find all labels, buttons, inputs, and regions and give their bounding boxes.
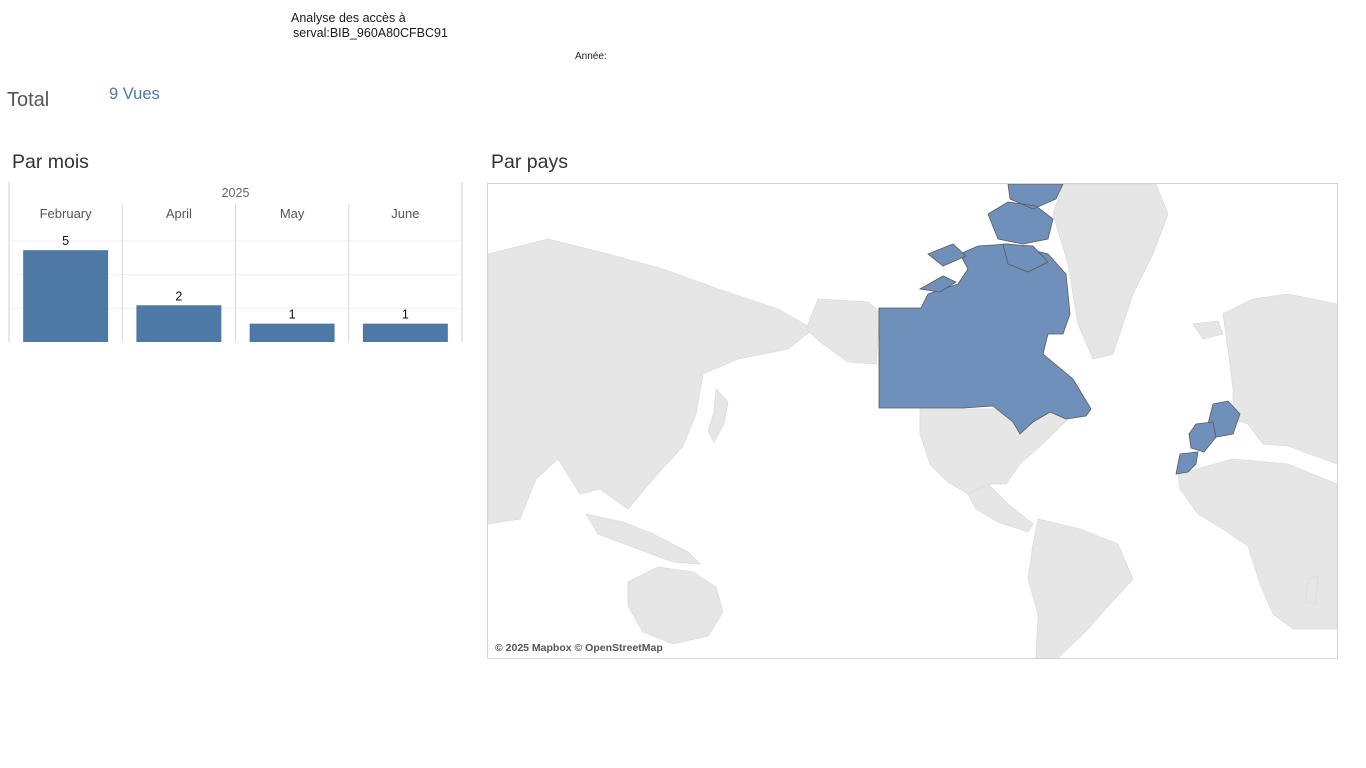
land-central-america (967, 483, 1034, 533)
chart-category-label: April (166, 206, 192, 221)
section-title-by-month: Par mois (12, 151, 89, 173)
land-australia (627, 566, 724, 645)
chart-bar (249, 323, 335, 342)
total-views-value[interactable]: 9 Vues (109, 85, 160, 104)
land-indonesia (585, 513, 702, 565)
chart-category-label: May (280, 206, 305, 221)
land-alaska (805, 298, 881, 365)
chart-category-label: February (40, 206, 93, 221)
land-asia (488, 238, 814, 525)
land-greenland (1052, 184, 1169, 360)
land-europe (1222, 293, 1337, 465)
country-spain (1188, 421, 1217, 453)
chart-bar-value-label: 5 (62, 234, 69, 248)
land-usa (919, 408, 1079, 495)
chart-bar (23, 250, 109, 342)
section-title-by-country: Par pays (491, 151, 568, 173)
map-attribution[interactable]: © 2025 Mapbox © OpenStreetMap (495, 642, 663, 654)
chart-bar (362, 323, 448, 342)
chart-bar-value-label: 2 (175, 289, 182, 303)
land-iceland (1192, 320, 1224, 340)
title-line-2: serval:BIB_960A80CFBC91 (293, 26, 448, 40)
title-line-1: Analyse des accès à (291, 11, 406, 25)
country-map[interactable]: © 2025 Mapbox © OpenStreetMap (487, 183, 1338, 659)
chart-bar-value-label: 1 (289, 308, 296, 322)
total-label: Total (7, 89, 50, 111)
dashboard-title: Analyse des accès à serval:BIB_960A80CFB… (291, 11, 448, 41)
land-japan (707, 388, 729, 443)
monthly-bar-chart: 2025 February 5 April 2 May 1 June 1 (8, 182, 463, 342)
chart-bar-value-label: 1 (402, 308, 409, 322)
chart-year-header: 2025 (222, 186, 250, 200)
land-madagascar (1305, 575, 1319, 605)
chart-category-label: June (391, 206, 419, 221)
country-canada (878, 243, 1092, 435)
land-south-america (1027, 518, 1134, 658)
world-map[interactable] (488, 184, 1337, 658)
chart-bar (136, 305, 222, 342)
year-filter-label[interactable]: Année: (575, 51, 607, 62)
